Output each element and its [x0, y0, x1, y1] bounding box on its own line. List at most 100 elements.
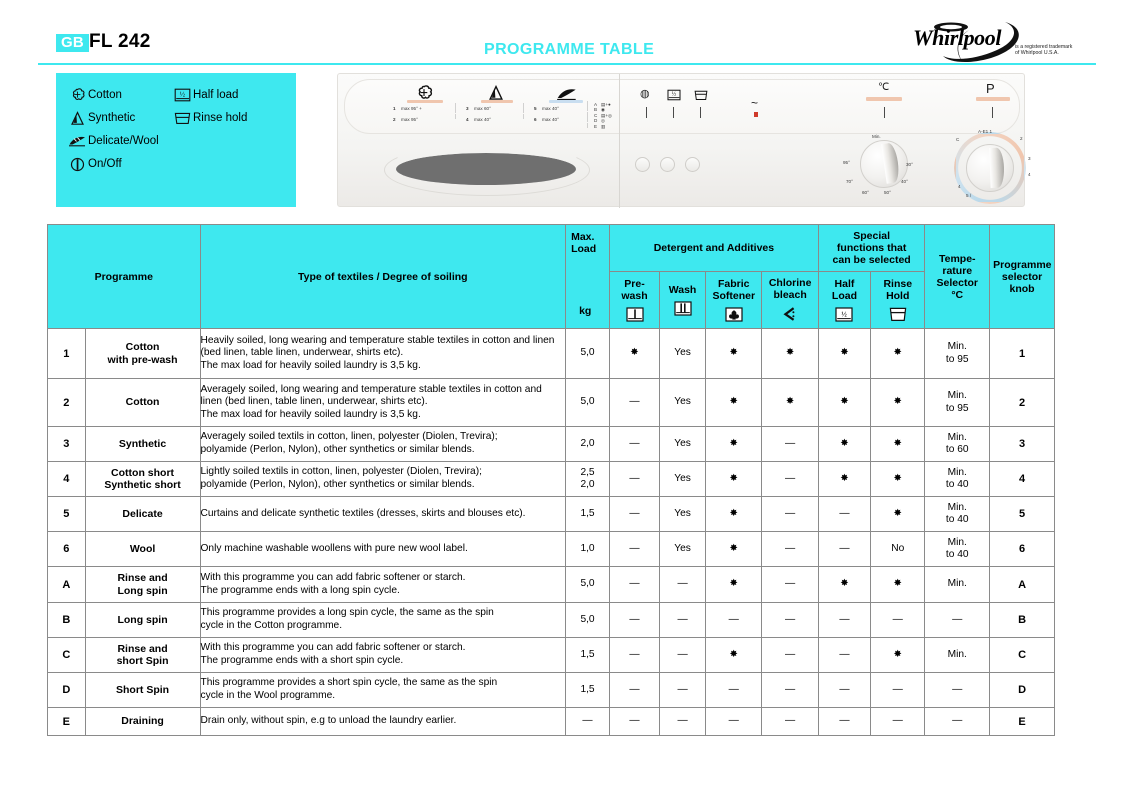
row-programme-name: Short Spin — [84, 672, 201, 708]
legend-item-rinse-hold: Rinse hold — [171, 107, 247, 129]
row-fabric-softener: — — [705, 602, 763, 638]
row-chlorine-bleach: ✸ — [761, 378, 819, 427]
push-button-1[interactable] — [635, 157, 650, 172]
programme-selector-knob[interactable] — [966, 144, 1014, 192]
row-pre-wash: — — [608, 637, 661, 673]
row-chlorine-bleach: — — [761, 672, 819, 708]
row-pre-wash: — — [608, 566, 661, 603]
row-number: E — [47, 707, 86, 736]
header-rinse-hold: Rinse Hold — [870, 271, 926, 329]
page-header: GB FL 242 PROGRAMME TABLE Whirlpool is a… — [0, 0, 1132, 66]
row-programme-knob: 1 — [989, 328, 1055, 379]
row-number: 6 — [47, 531, 86, 567]
row-wash: Yes — [659, 531, 707, 567]
chlorine-bleach-icon — [762, 306, 817, 328]
row-half-load: — — [817, 496, 872, 532]
row-description: Only machine washable woollens with pure… — [199, 531, 567, 567]
table-row: 1 Cotton with pre-wash Heavily soiled, lon… — [47, 328, 1055, 379]
row-programme-knob: B — [989, 602, 1055, 638]
table-row: C Rinse and short Spin With this programme… — [47, 637, 1055, 673]
svg-text:½: ½ — [672, 91, 677, 98]
row-fabric-softener: — — [705, 707, 763, 736]
row-wash: — — [659, 707, 707, 736]
legend-panel: Cotton Synthetic Delicate/Wool On/Off ½ … — [56, 73, 296, 207]
legend-item-delicate-wool: Delicate/Wool — [66, 130, 159, 152]
row-half-load: — — [817, 602, 872, 638]
svg-text:½: ½ — [179, 90, 184, 98]
push-button-2[interactable] — [660, 157, 675, 172]
row-temperature: Min. to 40 — [924, 531, 991, 567]
row-half-load: — — [817, 707, 872, 736]
trademark-note: is a registered trademark of Whirlpool U.… — [1015, 44, 1073, 57]
row-programme-knob: 2 — [989, 378, 1055, 427]
synthetic-icon — [66, 110, 88, 126]
row-pre-wash: — — [608, 461, 661, 497]
row-pre-wash: — — [608, 378, 661, 427]
header-pre-wash: Pre- wash — [608, 271, 661, 329]
row-programme-knob: D — [989, 672, 1055, 708]
row-fabric-softener: ✸ — [705, 531, 763, 567]
svg-text:½: ½ — [842, 309, 848, 318]
row-programme-name: Rinse and short Spin — [84, 637, 201, 673]
panel-divider — [619, 74, 620, 208]
control-panel-image: 1 max 95° + 2 max 95° 3 max 60° 4 max 40… — [337, 73, 1031, 208]
row-half-load: — — [817, 531, 872, 567]
legend-item-on-off: On/Off — [66, 153, 159, 175]
table-row: 3 Synthetic Averagely soiled textils in co… — [47, 426, 1055, 462]
row-pre-wash: — — [608, 496, 661, 532]
mains-indicator — [754, 112, 758, 117]
row-description: With this programme you can add fabric s… — [199, 637, 567, 673]
locale-badge: GB — [56, 34, 89, 52]
row-max-load: 5,0 — [565, 378, 610, 427]
table-row: D Short Spin This programme provides a sho… — [47, 672, 1055, 708]
row-wash: Yes — [659, 461, 707, 497]
row-half-load: — — [817, 637, 872, 673]
row-half-load: ✸ — [817, 461, 872, 497]
header-divider — [38, 63, 1096, 65]
row-wash: Yes — [659, 378, 707, 427]
row-max-load: 1,5 — [565, 496, 610, 532]
on-off-icon[interactable]: ◍ — [640, 87, 650, 100]
row-temperature: Min. to 40 — [924, 461, 991, 497]
door-handle — [396, 153, 576, 185]
table-header-row-1: Programme Type of textiles / Degree of s… — [47, 224, 1055, 329]
legend-label-synthetic: Synthetic — [88, 112, 136, 124]
row-temperature: Min. to 95 — [924, 328, 991, 379]
row-temperature: Min. — [924, 637, 991, 673]
legend-label-delicate-wool: Delicate/Wool — [88, 135, 159, 147]
row-rinse-hold: ✸ — [870, 328, 926, 379]
row-max-load: — — [565, 707, 610, 736]
rinse-hold-icon — [171, 112, 193, 125]
header-wash: Wash — [659, 271, 707, 329]
row-rinse-hold: ✸ — [870, 461, 926, 497]
legend-label-cotton: Cotton — [88, 89, 122, 101]
temperature-label: ℃ — [878, 82, 890, 93]
header-chlorine-bleach: Chlorine bleach — [761, 271, 819, 329]
row-max-load: 1,0 — [565, 531, 610, 567]
rinse-hold-icon[interactable] — [694, 90, 708, 101]
legend-column-right: ½ Half load Rinse hold — [171, 84, 247, 130]
header-special-functions-group: Special functions that can be selected — [817, 224, 926, 272]
row-max-load: 5,0 — [565, 328, 610, 379]
row-temperature: — — [924, 672, 991, 708]
push-button-3[interactable] — [685, 157, 700, 172]
half-load-icon[interactable]: ½ — [667, 89, 681, 101]
row-chlorine-bleach: — — [761, 637, 819, 673]
row-programme-name: Synthetic — [84, 426, 201, 462]
row-wash: — — [659, 602, 707, 638]
row-chlorine-bleach: — — [761, 707, 819, 736]
row-programme-knob: 3 — [989, 426, 1055, 462]
row-description: Heavily soiled, long wearing and tempera… — [199, 328, 567, 379]
row-rinse-hold: — — [870, 672, 926, 708]
row-max-load: 2,0 — [565, 426, 610, 462]
row-pre-wash: — — [608, 707, 661, 736]
row-programme-name: Delicate — [84, 496, 201, 532]
row-fabric-softener: ✸ — [705, 426, 763, 462]
row-number: 3 — [47, 426, 86, 462]
row-description: With this programme you can add fabric s… — [199, 566, 567, 603]
row-number: 2 — [47, 378, 86, 427]
row-programme-name: Wool — [84, 531, 201, 567]
half-load-icon: ½ — [171, 88, 193, 102]
table-body: 1 Cotton with pre-wash Heavily soiled, lon… — [47, 328, 1055, 736]
table-row: 4 Cotton short Synthetic short Lightly soi… — [47, 461, 1055, 497]
